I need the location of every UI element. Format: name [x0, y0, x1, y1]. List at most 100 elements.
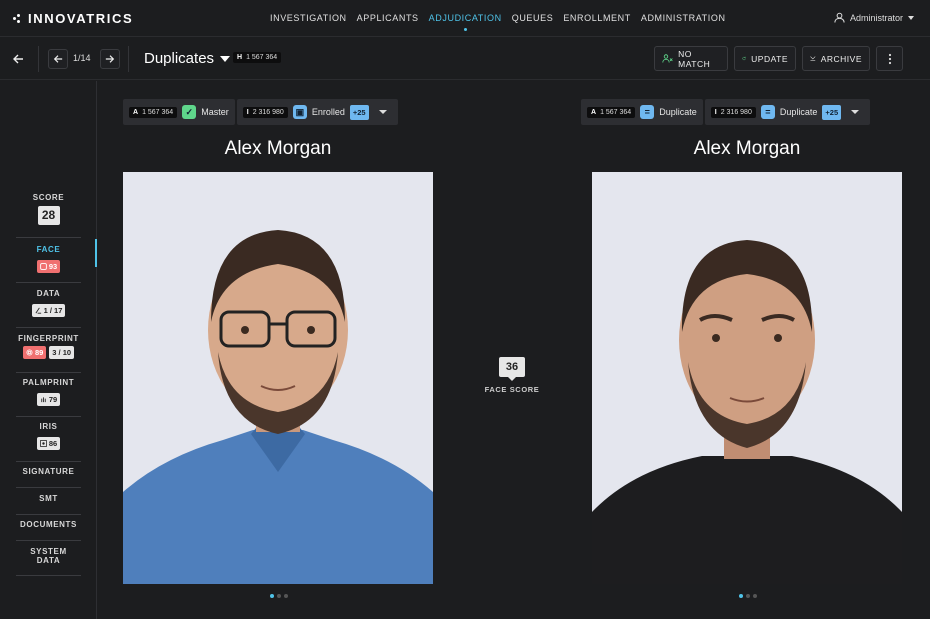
score-label: SCORE — [32, 193, 65, 202]
palm-icon — [41, 397, 46, 403]
left-record-enrolled[interactable]: I2 316 980 ▣ Enrolled +25 — [236, 99, 398, 125]
sidebar-item-face[interactable]: FACE 93 — [16, 245, 81, 283]
nav-administration[interactable]: ADMINISTRATION — [636, 13, 731, 23]
user-menu[interactable]: Administrator — [834, 12, 914, 23]
update-label: UPDATE — [751, 53, 788, 64]
arrow-left-icon — [53, 55, 63, 63]
palmprint-label: PALMPRINT — [22, 378, 75, 387]
data-label: DATA — [36, 289, 61, 298]
left-rec1-id-tag: A1 567 364 — [129, 106, 178, 118]
back-button[interactable] — [8, 49, 28, 69]
archive-button[interactable]: ARCHIVE — [802, 46, 870, 71]
left-person-name: Alex Morgan — [224, 138, 332, 159]
right-rec1-id-tag: A1 567 364 — [587, 106, 636, 118]
right-rec2-prefix: I — [714, 108, 717, 116]
left-photo-carousel-dots[interactable] — [270, 594, 288, 598]
face-score: 36 FACE SCORE — [481, 357, 543, 394]
right-record-duplicate-2[interactable]: I2 316 980 = Duplicate +25 — [704, 99, 871, 125]
left-rec2-status: Enrolled — [311, 107, 345, 117]
nav-queues[interactable]: QUEUES — [507, 13, 559, 23]
fingerprint-count: 3 / 10 — [49, 346, 75, 359]
no-match-button[interactable]: NO MATCH — [654, 46, 728, 71]
more-options-button[interactable] — [876, 46, 903, 71]
next-button[interactable] — [100, 49, 120, 69]
system-data-label-2: DATA — [36, 556, 61, 565]
left-rec1-prefix: A — [133, 108, 139, 116]
right-face-photo[interactable] — [592, 172, 902, 584]
fingerprint-icon — [26, 349, 33, 356]
face-score-label: FACE SCORE — [484, 385, 540, 394]
chevron-down-icon[interactable] — [378, 110, 387, 114]
chevron-down-icon — [908, 15, 914, 20]
left-face-photo[interactable] — [123, 172, 433, 584]
sidebar-item-system-data[interactable]: SYSTEM DATA — [16, 547, 81, 576]
right-portrait-image — [592, 172, 902, 584]
id-prefix: H — [237, 54, 243, 61]
sidebar-item-palmprint[interactable]: PALMPRINT 79 — [16, 378, 81, 417]
nav-applicants[interactable]: APPLICANTS — [352, 13, 424, 23]
sidebar-item-documents[interactable]: DOCUMENTS — [16, 520, 81, 541]
previous-button[interactable] — [48, 49, 68, 69]
face-value: 93 — [48, 262, 58, 271]
right-person-name: Alex Morgan — [693, 138, 801, 159]
face-label: FACE — [36, 245, 61, 254]
left-rec1-status: Master — [201, 107, 229, 117]
page-title[interactable]: Duplicates — [144, 50, 231, 67]
face-icon — [40, 263, 47, 270]
equals-icon: = — [640, 105, 655, 119]
right-record-duplicate-1[interactable]: A1 567 364 = Duplicate — [581, 99, 703, 125]
left-more-records-badge[interactable]: +25 — [349, 104, 369, 120]
active-indicator — [95, 239, 97, 267]
left-record-master[interactable]: A1 567 364 ✓ Master — [123, 99, 235, 125]
sidebar-item-score[interactable]: SCORE 28 — [16, 193, 81, 238]
right-more-records-badge[interactable]: +25 — [822, 104, 842, 120]
system-data-label-1: SYSTEM — [30, 547, 67, 556]
archive-icon — [810, 56, 816, 61]
right-rec2-id-tag: I2 316 980 — [710, 106, 756, 118]
app-logo[interactable]: INNOVATRICS — [13, 11, 133, 26]
left-record-bar: A1 567 364 ✓ Master I2 316 980 ▣ Enrolle… — [123, 99, 400, 125]
left-rec2-id: 2 316 980 — [252, 108, 284, 116]
right-rec1-id: 1 567 364 — [600, 108, 632, 116]
toolbar: 1/14 Duplicates H 1 567 364 NO MATCH UPD… — [0, 38, 930, 80]
right-photo-carousel-dots[interactable] — [739, 594, 757, 598]
refresh-icon — [742, 56, 746, 61]
data-badge: 1 / 17 — [31, 304, 66, 317]
nav-adjudication[interactable]: ADJUDICATION — [424, 13, 507, 31]
biometric-sidebar: SCORE 28 FACE 93 DATA 1 / 17 FINGERPRINT… — [0, 81, 97, 619]
eye-icon — [39, 440, 47, 447]
iris-badge: 86 — [36, 437, 61, 450]
sidebar-item-signature[interactable]: SIGNATURE — [16, 467, 81, 488]
sidebar-item-fingerprint[interactable]: FINGERPRINT 89 3 / 10 — [16, 334, 81, 373]
main-menu: INVESTIGATION APPLICANTS ADJUDICATION QU… — [265, 13, 731, 31]
face-badge: 93 — [36, 260, 61, 273]
id-value: 1 567 364 — [246, 54, 278, 61]
no-match-label: NO MATCH — [678, 48, 711, 69]
sidebar-item-iris[interactable]: IRIS 86 — [16, 422, 81, 462]
left-rec1-id: 1 567 364 — [142, 108, 174, 116]
chevron-down-icon[interactable] — [851, 110, 860, 114]
sidebar-item-data[interactable]: DATA 1 / 17 — [16, 289, 81, 328]
more-vertical-icon — [888, 53, 891, 64]
palmprint-value: 79 — [48, 395, 58, 404]
right-rec1-status: Duplicate — [659, 107, 697, 117]
left-rec2-id-tag: I2 316 980 — [242, 106, 288, 118]
archive-label: ARCHIVE — [820, 53, 862, 64]
nav-enrollment[interactable]: ENROLLMENT — [558, 13, 636, 23]
sidebar-item-smt[interactable]: SMT — [16, 494, 81, 515]
update-button[interactable]: UPDATE — [734, 46, 796, 71]
iris-label: IRIS — [39, 422, 58, 431]
enrolled-icon: ▣ — [292, 105, 307, 119]
data-value: 1 / 17 — [43, 306, 63, 315]
right-rec2-status: Duplicate — [779, 107, 818, 117]
pager-text: 1/14 — [73, 53, 91, 63]
fingerprint-value: 89 — [34, 348, 44, 357]
fingerprint-badge: 89 — [22, 346, 47, 359]
record-id-tag: H 1 567 364 — [233, 52, 282, 63]
nav-investigation[interactable]: INVESTIGATION — [265, 13, 352, 23]
title-text: Duplicates — [144, 50, 215, 67]
signature-label: SIGNATURE — [22, 467, 75, 476]
user-icon — [834, 12, 845, 23]
logo-icon — [13, 13, 23, 24]
left-rec2-prefix: I — [246, 108, 249, 116]
